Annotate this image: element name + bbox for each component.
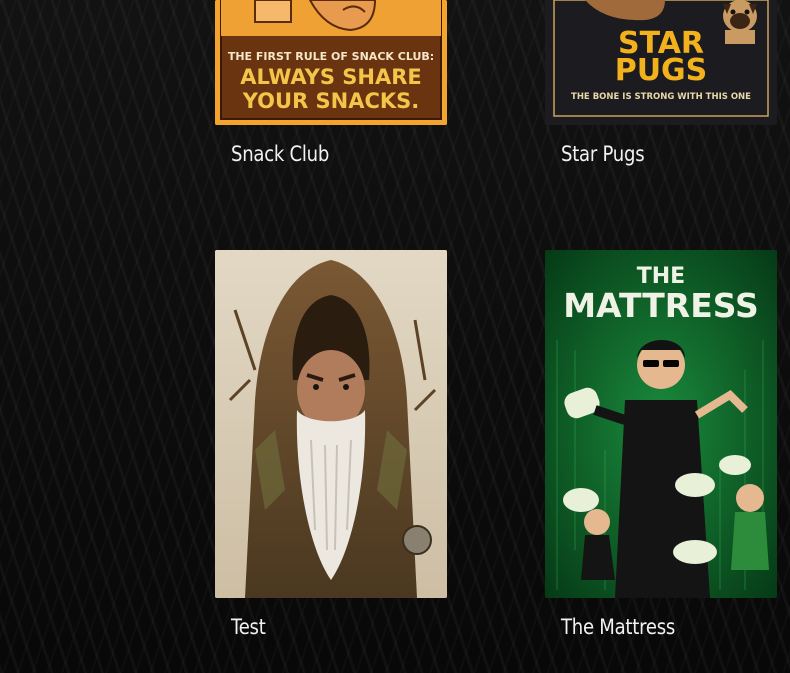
wizard-artwork (215, 250, 447, 598)
poster-snack-club[interactable]: THE FIRST RULE OF SNACK CLUB: ALWAYS SHA… (215, 0, 447, 125)
star-pugs-headline-line2: PUGS (615, 53, 708, 88)
snack-headline-line2: YOUR SNACKS. (242, 89, 420, 113)
poster-star-pugs[interactable]: STAR PUGS THE BONE IS STRONG WITH THIS O… (545, 0, 777, 125)
movie-card-star-pugs[interactable]: STAR PUGS THE BONE IS STRONG WITH THIS O… (545, 0, 777, 166)
poster-test[interactable] (215, 250, 447, 598)
movie-card-snack-club[interactable]: THE FIRST RULE OF SNACK CLUB: ALWAYS SHA… (215, 0, 447, 166)
star-pugs-artwork: STAR PUGS THE BONE IS STRONG WITH THIS O… (545, 0, 777, 125)
movie-title[interactable]: Snack Club (231, 142, 329, 166)
movie-title[interactable]: The Mattress (561, 615, 675, 639)
poster-the-mattress[interactable]: THE MATTRESS (545, 250, 777, 598)
star-pugs-tagline: THE BONE IS STRONG WITH THIS ONE (571, 92, 751, 102)
movie-title[interactable]: Test (231, 615, 266, 639)
movie-card-the-mattress[interactable]: THE MATTRESS The Mattress (545, 250, 777, 639)
snack-club-artwork: THE FIRST RULE OF SNACK CLUB: ALWAYS SHA… (215, 0, 447, 125)
mattress-artwork: THE MATTRESS (545, 250, 777, 598)
movie-card-test[interactable]: Test (215, 250, 447, 639)
movie-title[interactable]: Star Pugs (561, 142, 645, 166)
snack-headline-line1: ALWAYS SHARE (240, 65, 422, 89)
mattress-headline-line2: MATTRESS (563, 286, 759, 325)
snack-tagline: THE FIRST RULE OF SNACK CLUB: (228, 50, 434, 63)
movie-grid: THE FIRST RULE OF SNACK CLUB: ALWAYS SHA… (0, 0, 790, 673)
